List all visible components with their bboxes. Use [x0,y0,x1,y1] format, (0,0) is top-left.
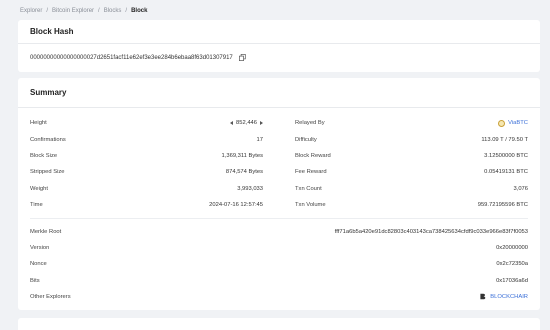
summary-title: Summary [18,78,540,108]
summary-row-block-reward: Block Reward 3.12500000 BTC [295,148,528,164]
summary-row-time: Time 2024-07-16 12:57:45 [30,197,263,213]
summary-label: Nonce [30,261,47,268]
block-hash-value: 00000000000000000027d2651facf11e62ef3e3e… [30,54,233,61]
blockchair-link[interactable]: BLOCKCHAIR [490,294,528,300]
summary-left-column: Height 852,446 Confirmations 17 Block Si… [30,115,279,213]
breadcrumb-bitcoin-explorer[interactable]: Bitcoin Explorer [52,8,94,14]
summary-label: Version [30,244,50,251]
summary-row-txn-volume: Txn Volume 959.72195596 BTC [295,197,528,213]
summary-label: Difficulty [295,136,317,143]
height-number: 852,446 [236,120,257,127]
breadcrumb-explorer[interactable]: Explorer [20,8,42,14]
copy-icon[interactable] [238,54,246,61]
summary-label: Txn Count [295,185,322,192]
breadcrumb-blocks[interactable]: Blocks [104,8,122,14]
summary-card: Summary Height 852,446 Confirmations 17 … [18,78,540,310]
summary-row-version: Version 0x20000000 [18,240,540,256]
summary-row-bits: Bits 0x17036a6d [18,273,540,289]
summary-row-height: Height 852,446 [30,115,263,131]
summary-row-fee-reward: Fee Reward 0.05419131 BTC [295,164,528,180]
block-hash-title: Block Hash [18,20,540,44]
summary-row-merkle-root: Merkle Root fff71a6b5a420e91dc82803c4031… [18,223,540,239]
summary-value: 3.12500000 BTC [484,152,528,159]
summary-label: Relayed By [295,120,325,127]
summary-row-other-explorers: Other Explorers BLOCKCHAIR [18,289,540,305]
summary-row-difficulty: Difficulty 113.09 T / 79.50 T [295,131,528,147]
summary-divider [30,218,528,220]
summary-label: Fee Reward [295,169,327,176]
summary-value: 1,369,311 Bytes [221,152,263,159]
summary-label: Confirmations [30,136,66,143]
summary-row-confirmations: Confirmations 17 [30,131,263,147]
summary-label: Merkle Root [30,228,62,235]
height-value: 852,446 [230,120,263,126]
viabtc-icon [498,119,506,127]
summary-label: Txn Volume [295,202,326,209]
summary-value: 17 [256,136,263,143]
block-hash-card: Block Hash 00000000000000000027d2651facf… [18,20,540,72]
summary-label: Block Size [30,152,58,159]
summary-label: Stripped Size [30,169,65,176]
summary-row-weight: Weight 3,993,033 [30,181,263,197]
breadcrumb-separator: / [46,8,49,14]
relayed-by-link[interactable]: ViaBTC [508,120,528,126]
summary-value: fff71a6b5a420e91dc82803c403143ca73842563… [334,228,528,235]
block-hash-row: 00000000000000000027d2651facf11e62ef3e3e… [18,44,540,71]
summary-value: 3,076 [513,185,528,192]
triangle-right-icon[interactable] [260,121,263,126]
summary-row-block-size: Block Size 1,369,311 Bytes [30,148,263,164]
summary-label: Height [30,120,47,127]
summary-label: Time [30,202,43,209]
summary-row-stripped-size: Stripped Size 874,574 Bytes [30,164,263,180]
summary-value: 0x2c72350a [496,261,528,268]
summary-label: Weight [30,185,48,192]
summary-label: Other Explorers [30,294,71,301]
breadcrumb: Explorer / Bitcoin Explorer / Blocks / Block [20,8,147,14]
summary-row-relayed-by: Relayed By ViaBTC [295,115,528,131]
summary-value: 959.72195596 BTC [477,202,528,209]
triangle-left-icon[interactable] [230,121,234,126]
summary-label: Bits [30,277,40,284]
blockchair-icon [479,293,486,302]
summary-value: 0x17036a6d [496,277,528,284]
summary-label: Block Reward [295,152,331,159]
breadcrumb-separator: / [125,8,128,14]
summary-row-txn-count: Txn Count 3,076 [295,181,528,197]
summary-value: 113.09 T / 79.50 T [481,136,528,143]
next-card-edge [18,318,540,330]
other-explorers-value: BLOCKCHAIR [479,293,528,302]
summary-bottom-section: Merkle Root fff71a6b5a420e91dc82803c4031… [18,223,540,305]
summary-value: 2024-07-16 12:57:45 [209,202,263,209]
summary-value: 874,574 Bytes [225,169,263,176]
summary-right-column: Relayed By ViaBTC Difficulty 113.09 T / … [279,115,528,213]
summary-value: 3,993,033 [237,185,263,192]
relayed-by-value: ViaBTC [498,119,528,127]
summary-value: 0x20000000 [496,244,528,251]
summary-value: 0.05419131 BTC [484,169,528,176]
breadcrumb-current: Block [131,8,148,14]
summary-columns: Height 852,446 Confirmations 17 Block Si… [18,115,540,213]
summary-row-nonce: Nonce 0x2c72350a [18,256,540,272]
breadcrumb-separator: / [98,8,100,14]
